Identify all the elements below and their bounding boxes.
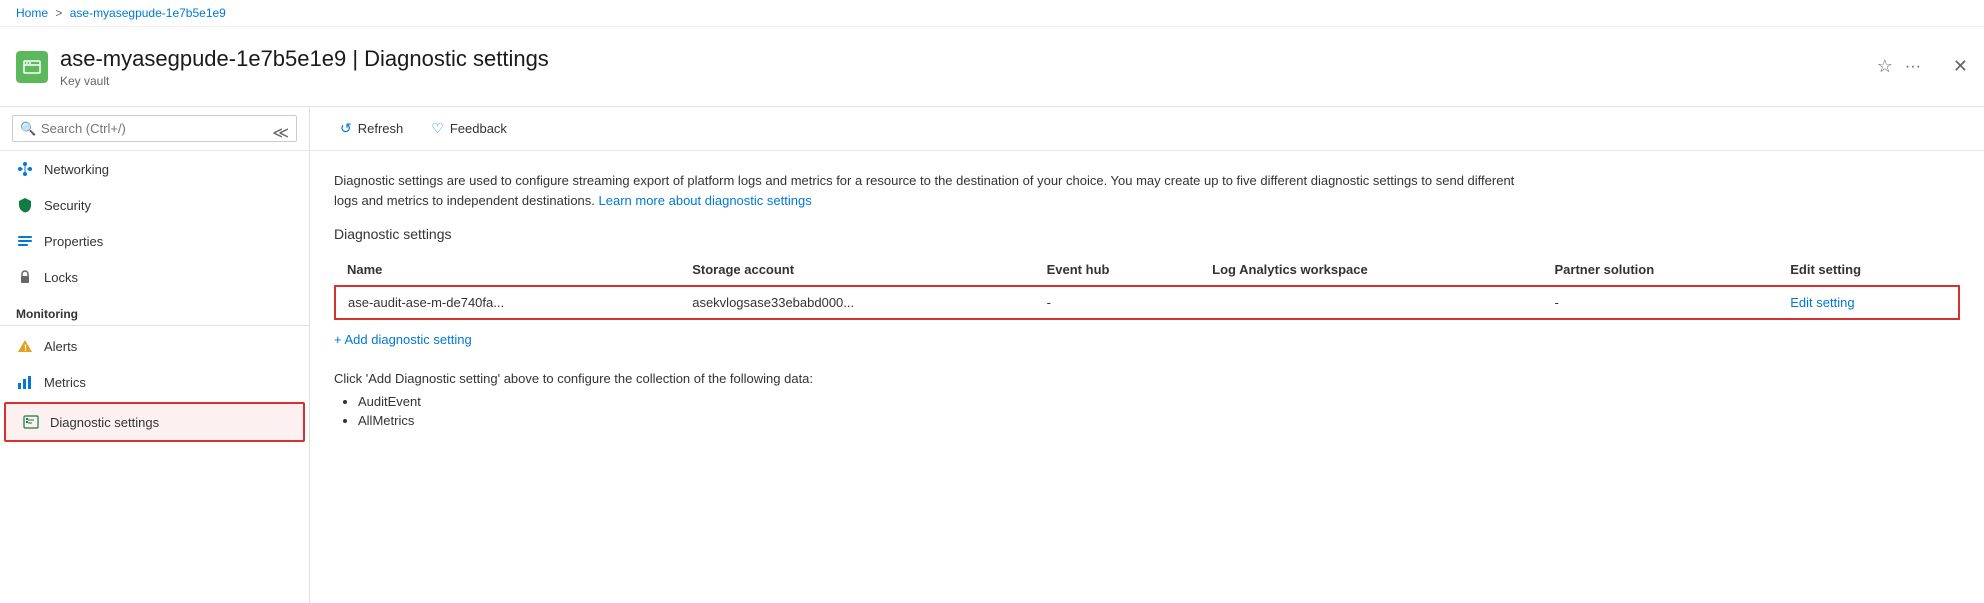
refresh-button[interactable]: ↺ Refresh <box>330 115 413 142</box>
sidebar-item-alerts-label: Alerts <box>44 339 77 354</box>
collapse-sidebar-button[interactable]: ≪ <box>272 123 289 143</box>
content-area: ↺ Refresh ♡ Feedback Diagnostic settings… <box>310 107 1984 603</box>
breadcrumb: Home > ase-myasegpude-1e7b5e1e9 <box>0 0 1984 27</box>
main-layout: 🔍 ≪ Networking <box>0 107 1984 603</box>
sidebar-item-metrics[interactable]: Metrics <box>0 364 309 400</box>
feedback-button[interactable]: ♡ Feedback <box>421 115 517 142</box>
section-title: Diagnostic settings <box>334 226 1960 242</box>
col-name: Name <box>335 254 680 286</box>
breadcrumb-separator: > <box>55 6 62 20</box>
data-types-list: AuditEvent AllMetrics <box>358 394 1960 428</box>
col-loganalytics: Log Analytics workspace <box>1200 254 1542 286</box>
more-button[interactable]: ··· <box>1905 58 1921 76</box>
add-diagnostic-setting-link[interactable]: + Add diagnostic setting <box>334 332 472 347</box>
breadcrumb-resource[interactable]: ase-myasegpude-1e7b5e1e9 <box>70 6 226 20</box>
edit-setting-link[interactable]: Edit setting <box>1790 295 1854 310</box>
sidebar-item-networking-label: Networking <box>44 162 109 177</box>
refresh-icon: ↺ <box>340 120 352 137</box>
row-eventhub: - <box>1035 286 1201 319</box>
locks-icon <box>16 268 34 286</box>
page-title: ase-myasegpude-1e7b5e1e9 | Diagnostic se… <box>60 46 1877 72</box>
networking-icon <box>16 160 34 178</box>
pin-button[interactable]: ☆ <box>1877 56 1893 77</box>
sidebar-item-diagnostic-label: Diagnostic settings <box>50 415 159 430</box>
col-edit: Edit setting <box>1778 254 1959 286</box>
header-actions: ☆ ··· ✕ <box>1877 56 1968 77</box>
svg-text:!: ! <box>24 343 27 353</box>
row-edit: Edit setting <box>1778 286 1959 319</box>
alerts-icon: ! <box>16 337 34 355</box>
table-row: ase-audit-ase-m-de740fa... asekvlogsase3… <box>335 286 1959 319</box>
page-header: ase-myasegpude-1e7b5e1e9 | Diagnostic se… <box>0 27 1984 107</box>
sidebar-item-diagnostic-settings[interactable]: Diagnostic settings <box>4 402 305 442</box>
header-title-area: ase-myasegpude-1e7b5e1e9 | Diagnostic se… <box>60 46 1877 88</box>
breadcrumb-home[interactable]: Home <box>16 6 48 20</box>
description-text: Diagnostic settings are used to configur… <box>334 171 1534 210</box>
content-body: Diagnostic settings are used to configur… <box>310 151 1984 452</box>
sidebar-item-properties[interactable]: Properties <box>0 223 309 259</box>
sidebar-item-metrics-label: Metrics <box>44 375 86 390</box>
col-partner: Partner solution <box>1542 254 1778 286</box>
click-description: Click 'Add Diagnostic setting' above to … <box>334 371 1960 386</box>
sidebar-item-properties-label: Properties <box>44 234 103 249</box>
sidebar-item-locks-label: Locks <box>44 270 78 285</box>
feedback-label: Feedback <box>450 121 507 136</box>
col-eventhub: Event hub <box>1035 254 1201 286</box>
close-button[interactable]: ✕ <box>1953 56 1968 77</box>
row-loganalytics <box>1200 286 1542 319</box>
list-item-allmetrics: AllMetrics <box>358 413 1960 428</box>
resource-icon <box>16 51 48 83</box>
col-storage: Storage account <box>680 254 1034 286</box>
sidebar-item-security-label: Security <box>44 198 91 213</box>
metrics-icon <box>16 373 34 391</box>
search-input[interactable] <box>12 115 297 142</box>
sidebar-item-locks[interactable]: Locks <box>0 259 309 295</box>
sidebar-item-alerts[interactable]: ! Alerts <box>0 328 309 364</box>
refresh-label: Refresh <box>358 121 404 136</box>
search-icon: 🔍 <box>20 121 36 137</box>
sidebar-search-area: 🔍 ≪ <box>0 107 309 151</box>
row-name: ase-audit-ase-m-de740fa... <box>335 286 680 319</box>
row-partner: - <box>1542 286 1778 319</box>
properties-icon <box>16 232 34 250</box>
list-item-auditevent: AuditEvent <box>358 394 1960 409</box>
toolbar: ↺ Refresh ♡ Feedback <box>310 107 1984 151</box>
diagnostic-table: Name Storage account Event hub Log Analy… <box>334 254 1960 320</box>
security-icon <box>16 196 34 214</box>
monitoring-section-label: Monitoring <box>0 295 309 326</box>
diagnostic-icon <box>22 413 40 431</box>
learn-more-link[interactable]: Learn more about diagnostic settings <box>599 193 812 208</box>
sidebar: 🔍 ≪ Networking <box>0 107 310 603</box>
sidebar-item-networking[interactable]: Networking <box>0 151 309 187</box>
resource-type: Key vault <box>60 74 1877 88</box>
sidebar-item-security[interactable]: Security <box>0 187 309 223</box>
row-storage: asekvlogsase33ebabd000... <box>680 286 1034 319</box>
feedback-icon: ♡ <box>431 120 444 137</box>
